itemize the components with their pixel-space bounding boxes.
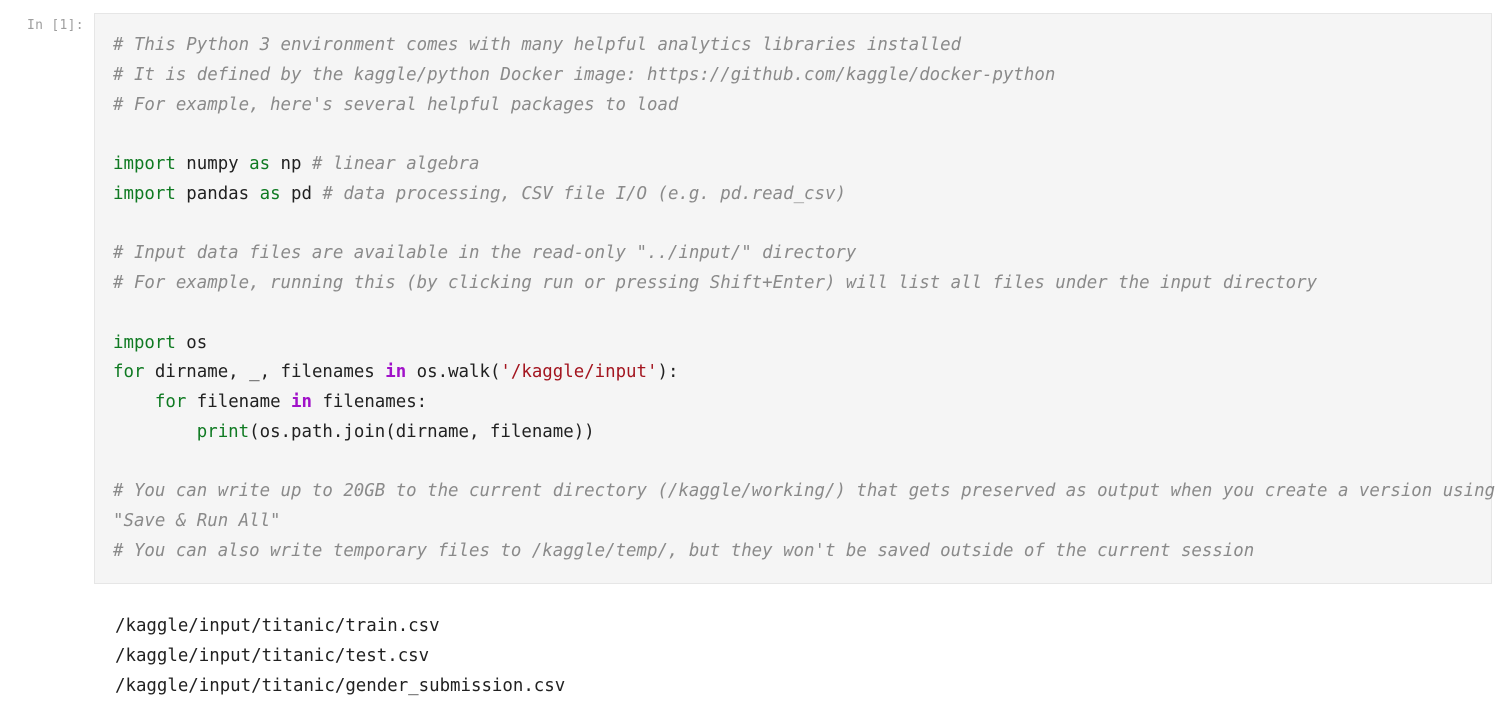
keyword-import: import bbox=[113, 154, 176, 174]
code-line: # It is defined by the kaggle/python Doc… bbox=[113, 61, 1481, 91]
cell-prompt: In [1]: bbox=[27, 18, 84, 33]
code-comment: "Save & Run All" bbox=[113, 511, 281, 531]
keyword-import: import bbox=[113, 332, 176, 353]
keyword-as: as bbox=[259, 183, 281, 204]
code-punctuation: ): bbox=[657, 362, 679, 383]
function-call: os.walk( bbox=[406, 362, 501, 383]
code-lines: # This Python 3 environment comes with m… bbox=[113, 31, 1495, 567]
code-text: filenames: bbox=[311, 392, 428, 412]
code-line: # You can also write temporary files to … bbox=[113, 537, 1481, 567]
keyword-in: in bbox=[385, 362, 407, 383]
string-literal: '/kaggle/input' bbox=[500, 362, 658, 383]
code-line: import pandas as pd # data processing, C… bbox=[113, 180, 1481, 210]
builtin-print: print bbox=[196, 421, 250, 442]
code-comment: # You can also write temporary files to … bbox=[113, 540, 1255, 561]
code-line: print(os.path.join(dirname, filename)) bbox=[113, 418, 1481, 448]
keyword-as: as bbox=[249, 154, 271, 174]
function-args: (os.path.join(dirname, filename)) bbox=[249, 421, 595, 442]
code-line: # For example, here's several helpful pa… bbox=[113, 91, 1481, 121]
code-line: import numpy as np # linear algebra bbox=[113, 150, 1481, 180]
code-line: # You can write up to 20GB to the curren… bbox=[113, 477, 1495, 507]
code-line: for filename in filenames: bbox=[113, 388, 1481, 418]
cell-output: /kaggle/input/titanic/train.csv /kaggle/… bbox=[115, 612, 565, 701]
code-comment: # This Python 3 environment comes with m… bbox=[113, 35, 962, 55]
module-name: pandas bbox=[175, 183, 260, 204]
module-name: os bbox=[175, 332, 208, 353]
output-line: /kaggle/input/titanic/train.csv bbox=[115, 616, 440, 636]
code-comment: # linear algebra bbox=[311, 154, 480, 174]
module-alias: pd bbox=[280, 183, 323, 204]
module-name: numpy bbox=[175, 154, 250, 174]
code-line: for dirname, _, filenames in os.walk('/k… bbox=[113, 358, 1481, 388]
code-comment: # data processing, CSV file I/O (e.g. pd… bbox=[322, 183, 846, 204]
code-line: "Save & Run All" bbox=[113, 507, 1481, 537]
code-line: # Input data files are available in the … bbox=[113, 239, 1481, 269]
keyword-import: import bbox=[113, 183, 176, 204]
loop-var: filename bbox=[186, 392, 292, 412]
code-comment: # It is defined by the kaggle/python Doc… bbox=[113, 64, 1056, 85]
loop-vars: dirname, _, filenames bbox=[144, 362, 386, 383]
code-comment: # Input data files are available in the … bbox=[113, 243, 857, 264]
keyword-for: for bbox=[154, 392, 187, 412]
code-comment: # For example, running this (by clicking… bbox=[113, 273, 1318, 293]
code-comment: # For example, here's several helpful pa… bbox=[113, 94, 679, 115]
code-line: import os bbox=[113, 329, 1481, 359]
code-line: # For example, running this (by clicking… bbox=[113, 269, 1481, 299]
keyword-in: in bbox=[291, 392, 312, 412]
output-line: /kaggle/input/titanic/test.csv bbox=[115, 645, 430, 666]
code-comment: # You can write up to 20GB to the curren… bbox=[113, 481, 1496, 502]
module-alias: np bbox=[270, 154, 312, 174]
code-line: # This Python 3 environment comes with m… bbox=[113, 31, 1481, 61]
keyword-for: for bbox=[113, 362, 145, 383]
output-line: /kaggle/input/titanic/gender_submission.… bbox=[115, 675, 566, 696]
code-cell-editor[interactable]: # This Python 3 environment comes with m… bbox=[94, 13, 1495, 584]
